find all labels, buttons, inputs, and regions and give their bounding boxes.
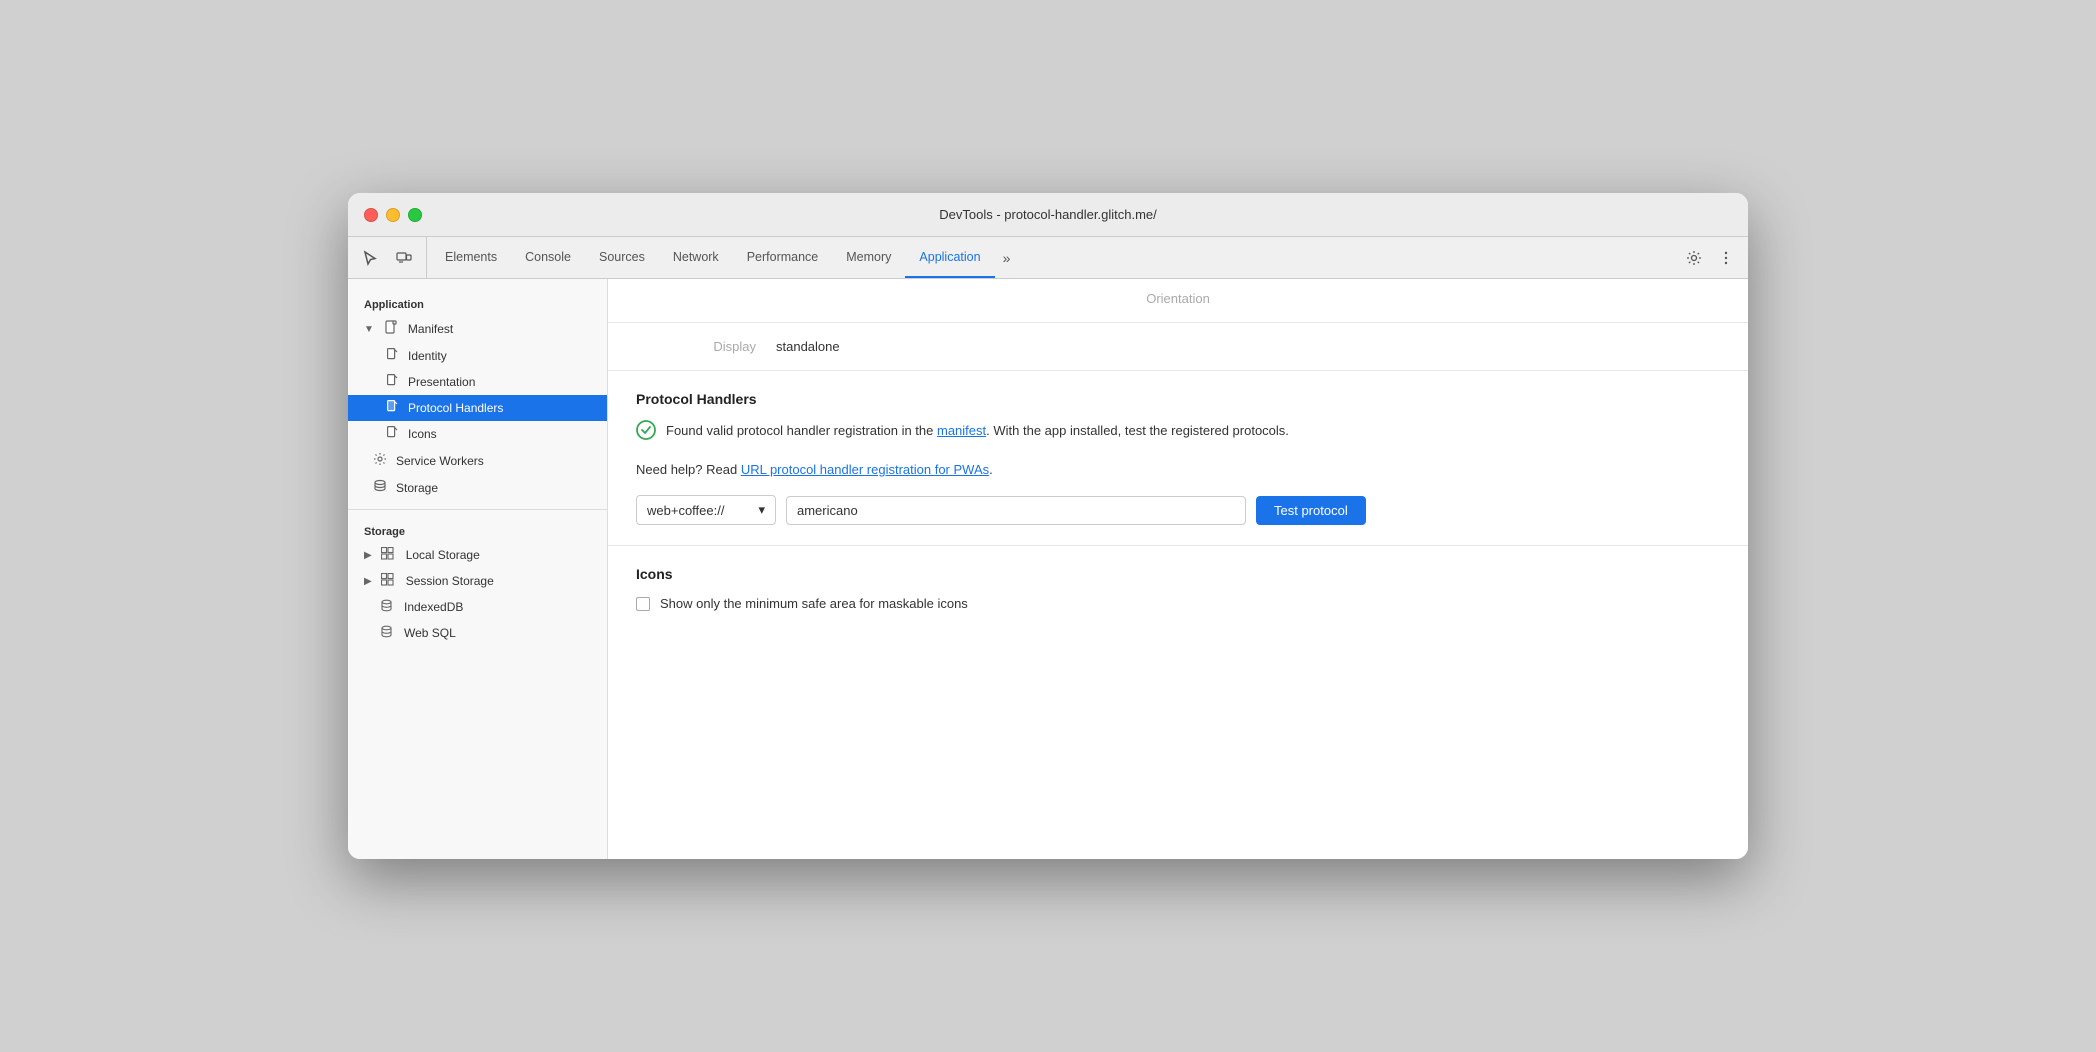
- grid-icon-session: [380, 573, 396, 589]
- sidebar-item-local-storage[interactable]: ▶ Local Storage: [348, 542, 607, 568]
- expand-arrow-session: ▶: [364, 576, 372, 587]
- cursor-icon[interactable]: [356, 244, 384, 272]
- grid-icon-local: [380, 547, 396, 563]
- maskable-label: Show only the minimum safe area for mask…: [660, 596, 968, 611]
- pwa-link[interactable]: URL protocol handler registration for PW…: [741, 462, 989, 477]
- tab-sources[interactable]: Sources: [585, 237, 659, 278]
- tab-network[interactable]: Network: [659, 237, 733, 278]
- orientation-row: Orientation: [608, 279, 1748, 323]
- sidebar-item-session-storage[interactable]: ▶ Session Storage: [348, 568, 607, 594]
- success-text: Found valid protocol handler registratio…: [666, 421, 1289, 441]
- storage-label: Storage: [396, 481, 438, 495]
- devtools-toolbar: Elements Console Sources Network Perform…: [348, 237, 1748, 279]
- indexed-db-label: IndexedDB: [404, 600, 463, 614]
- sidebar-item-storage[interactable]: Storage: [348, 474, 607, 501]
- maximize-button[interactable]: [408, 208, 422, 222]
- icons-label: Icons: [408, 427, 437, 441]
- file-icon-presentation: [384, 374, 400, 390]
- sidebar-item-presentation[interactable]: Presentation: [348, 369, 607, 395]
- dropdown-arrow-icon: ▾: [758, 502, 765, 518]
- traffic-lights: [364, 208, 422, 222]
- expand-arrow-local: ▶: [364, 550, 372, 561]
- help-text-before: Need help? Read: [636, 462, 741, 477]
- local-storage-label: Local Storage: [406, 548, 480, 562]
- service-workers-label: Service Workers: [396, 454, 484, 468]
- display-value: standalone: [776, 339, 840, 354]
- sidebar-item-web-sql[interactable]: Web SQL: [348, 620, 607, 646]
- window-title: DevTools - protocol-handler.glitch.me/: [939, 207, 1157, 222]
- tab-performance[interactable]: Performance: [733, 237, 833, 278]
- check-circle-icon: [636, 420, 656, 448]
- sidebar-item-manifest[interactable]: ▼ Manifest: [348, 315, 607, 343]
- protocol-input[interactable]: [786, 496, 1246, 525]
- file-icon-icons: [384, 426, 400, 442]
- content-panel: Orientation Display standalone Protocol …: [608, 279, 1748, 859]
- sidebar-divider: [348, 509, 607, 510]
- tab-elements[interactable]: Elements: [431, 237, 511, 278]
- sidebar: Application ▼ Manifest: [348, 279, 608, 859]
- test-protocol-button[interactable]: Test protocol: [1256, 496, 1366, 525]
- file-icon: [384, 320, 400, 338]
- minimize-button[interactable]: [386, 208, 400, 222]
- orientation-label: Orientation: [636, 291, 1720, 306]
- sidebar-item-indexed-db[interactable]: IndexedDB: [348, 594, 607, 620]
- tab-list: Elements Console Sources Network Perform…: [431, 237, 1680, 278]
- gear-icon-service: [372, 452, 388, 469]
- identity-label: Identity: [408, 349, 447, 363]
- toolbar-right: [1680, 237, 1740, 278]
- protocol-row: web+coffee:// ▾ Test protocol: [636, 495, 1720, 525]
- title-bar: DevTools - protocol-handler.glitch.me/: [348, 193, 1748, 237]
- icons-heading: Icons: [636, 566, 1720, 582]
- sidebar-application-title: Application: [348, 291, 607, 315]
- maskable-icons-row: Show only the minimum safe area for mask…: [636, 596, 1720, 611]
- web-sql-label: Web SQL: [404, 626, 456, 640]
- icons-section: Icons Show only the minimum safe area fo…: [608, 546, 1748, 631]
- file-icon-protocol: [384, 400, 400, 416]
- tab-memory[interactable]: Memory: [832, 237, 905, 278]
- tab-overflow[interactable]: »: [995, 237, 1019, 278]
- db-icon-websql: [378, 625, 394, 641]
- help-text: Need help? Read URL protocol handler reg…: [636, 462, 1720, 477]
- help-text-after: .: [989, 462, 993, 477]
- tab-console[interactable]: Console: [511, 237, 585, 278]
- presentation-label: Presentation: [408, 375, 475, 389]
- toolbar-icons: [356, 237, 427, 278]
- sidebar-item-identity[interactable]: Identity: [348, 343, 607, 369]
- sidebar-item-service-workers[interactable]: Service Workers: [348, 447, 607, 474]
- display-key: Display: [636, 339, 756, 354]
- maskable-checkbox[interactable]: [636, 597, 650, 611]
- db-icon-storage: [372, 479, 388, 496]
- success-text-after: . With the app installed, test the regis…: [986, 423, 1289, 438]
- success-message: Found valid protocol handler registratio…: [636, 421, 1720, 448]
- protocol-handlers-heading: Protocol Handlers: [636, 391, 1720, 407]
- sidebar-item-icons[interactable]: Icons: [348, 421, 607, 447]
- devtools-window: DevTools - protocol-handler.glitch.me/ E…: [348, 193, 1748, 859]
- settings-icon[interactable]: [1680, 244, 1708, 272]
- manifest-link[interactable]: manifest: [937, 423, 986, 438]
- session-storage-label: Session Storage: [406, 574, 494, 588]
- manifest-label: Manifest: [408, 322, 453, 336]
- tab-application[interactable]: Application: [905, 237, 994, 278]
- sidebar-storage-title: Storage: [348, 518, 607, 542]
- expand-arrow-icon: ▼: [364, 324, 374, 335]
- sidebar-item-protocol-handlers[interactable]: Protocol Handlers: [348, 395, 607, 421]
- success-text-before: Found valid protocol handler registratio…: [666, 423, 937, 438]
- protocol-select-value: web+coffee://: [647, 503, 724, 518]
- protocol-handlers-section: Protocol Handlers Found valid protocol h…: [608, 371, 1748, 546]
- protocol-handlers-label: Protocol Handlers: [408, 401, 503, 415]
- display-row: Display standalone: [608, 323, 1748, 371]
- file-icon-identity: [384, 348, 400, 364]
- db-icon-indexed: [378, 599, 394, 615]
- device-icon[interactable]: [390, 244, 418, 272]
- protocol-select[interactable]: web+coffee:// ▾: [636, 495, 776, 525]
- more-icon[interactable]: [1712, 244, 1740, 272]
- main-content: Application ▼ Manifest: [348, 279, 1748, 859]
- close-button[interactable]: [364, 208, 378, 222]
